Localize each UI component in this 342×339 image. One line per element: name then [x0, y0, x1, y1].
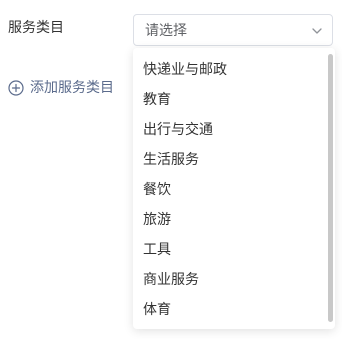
option-item[interactable]: 工具 [133, 235, 325, 265]
option-item[interactable]: 教育 [133, 85, 325, 115]
option-item[interactable]: 体育 [133, 295, 325, 325]
option-item[interactable]: 旅游 [133, 205, 325, 235]
option-item[interactable]: 生活服务 [133, 145, 325, 175]
add-service-category-button[interactable]: 添加服务类目 [8, 78, 114, 98]
add-service-category-label: 添加服务类目 [30, 80, 114, 96]
service-category-select[interactable]: 请选择 [133, 14, 333, 46]
option-item[interactable]: 出行与交通 [133, 115, 325, 145]
option-item[interactable]: 快递业与邮政 [133, 55, 325, 85]
select-placeholder: 请选择 [145, 23, 187, 39]
plus-circle-icon [8, 80, 24, 96]
option-item[interactable]: 商业服务 [133, 265, 325, 295]
option-list: 快递业与邮政 教育 出行与交通 生活服务 餐饮 旅游 工具 商业服务 体育 [133, 55, 325, 325]
service-category-form: 服务类目 请选择 添加服务类目 快递业与邮政 教育 出行与交通 生活服务 餐饮 … [0, 0, 342, 339]
option-item[interactable]: 餐饮 [133, 175, 325, 205]
select-dropdown-menu: 快递业与邮政 教育 出行与交通 生活服务 餐饮 旅游 工具 商业服务 体育 [133, 48, 335, 329]
dropdown-scrollbar[interactable] [328, 54, 333, 322]
service-category-label: 服务类目 [8, 20, 64, 36]
chevron-down-icon [312, 28, 322, 34]
